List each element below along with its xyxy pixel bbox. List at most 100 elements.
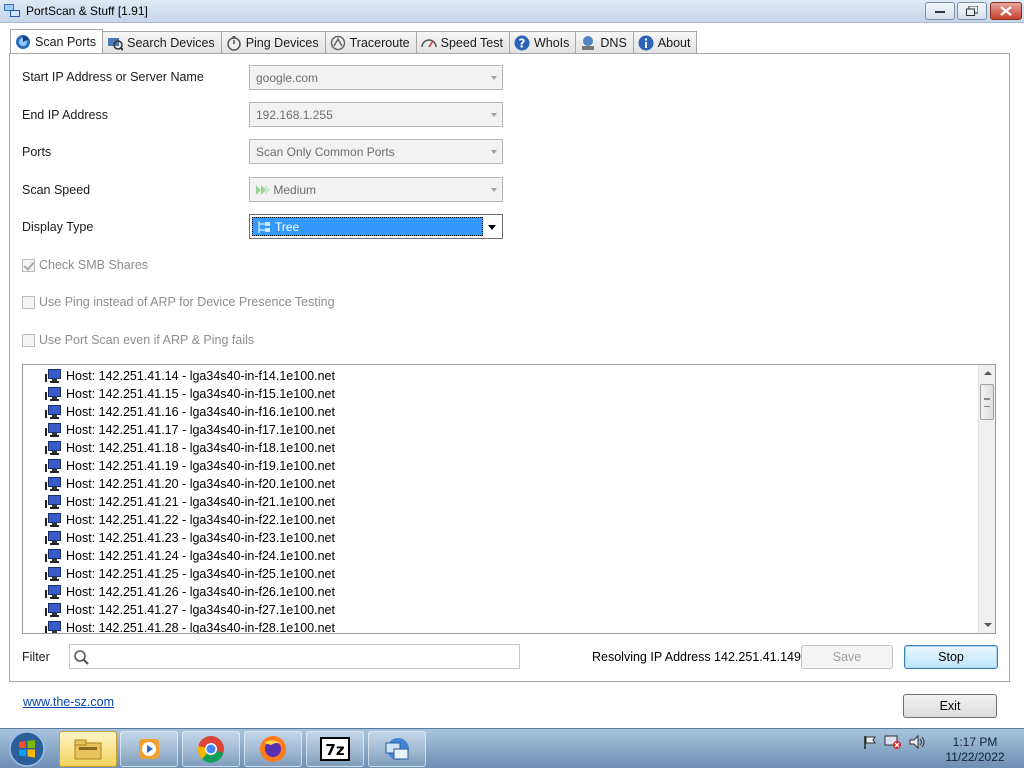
chevron-down-icon [491, 113, 497, 117]
ports-label: Ports [22, 145, 52, 159]
taskbar-portscan[interactable] [368, 731, 426, 767]
host-label: Host: 142.251.41.22 - lga34s40-in-f22.1e… [66, 513, 335, 527]
exit-button[interactable]: Exit [903, 694, 997, 718]
host-computer-icon [45, 621, 61, 633]
svg-text:?: ? [518, 36, 525, 50]
tab-search-devices[interactable]: Search Devices [102, 31, 222, 53]
volume-icon[interactable] [908, 734, 926, 750]
host-row[interactable]: Host: 142.251.41.17 - lga34s40-in-f17.1e… [23, 421, 995, 439]
host-tree[interactable]: Host: 142.251.41.14 - lga34s40-in-f14.1e… [22, 364, 996, 634]
host-row[interactable]: Host: 142.251.41.16 - lga34s40-in-f16.1e… [23, 403, 995, 421]
host-row[interactable]: Host: 142.251.41.14 - lga34s40-in-f14.1e… [23, 367, 995, 385]
host-row[interactable]: Host: 142.251.41.27 - lga34s40-in-f27.1e… [23, 601, 995, 619]
taskbar-7zip[interactable]: 7z [306, 731, 364, 767]
restore-button[interactable] [957, 2, 987, 20]
host-label: Host: 142.251.41.20 - lga34s40-in-f20.1e… [66, 477, 335, 491]
tab-about[interactable]: About [632, 31, 698, 53]
host-row[interactable]: Host: 142.251.41.26 - lga34s40-in-f26.1e… [23, 583, 995, 601]
file-explorer-icon [74, 739, 102, 760]
host-row[interactable]: Host: 142.251.41.24 - lga34s40-in-f24.1e… [23, 547, 995, 565]
system-tray [862, 734, 926, 750]
host-computer-icon [45, 531, 61, 545]
start-ip-combo[interactable]: google.com [249, 65, 503, 90]
tab-label: DNS [600, 35, 627, 50]
end-ip-combo[interactable]: 192.168.1.255 [249, 102, 503, 127]
tab-speed-test[interactable]: Speed Test [415, 31, 510, 53]
taskbar-clock[interactable]: 1:17 PM 11/22/2022 [938, 735, 1012, 765]
check-smb-checkbox[interactable]: Check SMB Shares [22, 258, 148, 272]
host-row[interactable]: Host: 142.251.41.21 - lga34s40-in-f21.1e… [23, 493, 995, 511]
clock-date: 11/22/2022 [945, 750, 1005, 764]
tab-label: Scan Ports [35, 34, 97, 49]
chevron-down-icon [491, 76, 497, 80]
host-row[interactable]: Host: 142.251.41.15 - lga34s40-in-f15.1e… [23, 385, 995, 403]
tab-ping-devices[interactable]: Ping Devices [220, 31, 326, 53]
title-bar[interactable]: PortScan & Stuff [1.91] [0, 0, 1024, 23]
host-row[interactable]: Host: 142.251.41.19 - lga34s40-in-f19.1e… [23, 457, 995, 475]
host-computer-icon [45, 459, 61, 473]
stopwatch-icon [226, 35, 241, 51]
host-computer-icon [45, 405, 61, 419]
filter-label: Filter [22, 650, 50, 664]
vertical-scrollbar[interactable] [978, 365, 995, 633]
scroll-down-arrow-icon[interactable] [984, 623, 992, 627]
7zip-icon: 7z [320, 737, 350, 761]
close-button[interactable] [990, 2, 1022, 20]
end-ip-value: 192.168.1.255 [256, 108, 333, 122]
display-type-combo[interactable]: Tree [249, 214, 503, 239]
website-link[interactable]: www.the-sz.com [23, 695, 114, 709]
window-title: PortScan & Stuff [1.91] [26, 4, 148, 18]
status-text: Resolving IP Address 142.251.41.149... [592, 650, 812, 664]
stop-button[interactable]: Stop [904, 645, 998, 669]
filter-input[interactable] [94, 648, 514, 665]
host-row[interactable]: Host: 142.251.41.28 - lga34s40-in-f28.1e… [23, 619, 995, 633]
taskbar: 7z 1:17 PM 11/22/2022 [0, 728, 1024, 768]
host-label: Host: 142.251.41.23 - lga34s40-in-f23.1e… [66, 531, 335, 545]
host-row[interactable]: Host: 142.251.41.25 - lga34s40-in-f25.1e… [23, 565, 995, 583]
host-computer-icon [45, 441, 61, 455]
scan-speed-combo[interactable]: Medium [249, 177, 503, 202]
taskbar-media-player[interactable] [120, 731, 178, 767]
tab-traceroute[interactable]: Traceroute [324, 31, 417, 53]
taskbar-firefox[interactable] [244, 731, 302, 767]
action-center-flag-icon[interactable] [862, 734, 878, 750]
host-row[interactable]: Host: 142.251.41.20 - lga34s40-in-f20.1e… [23, 475, 995, 493]
start-button[interactable] [2, 730, 52, 768]
tab-label: About [657, 35, 691, 50]
host-label: Host: 142.251.41.26 - lga34s40-in-f26.1e… [66, 585, 335, 599]
host-label: Host: 142.251.41.24 - lga34s40-in-f24.1e… [66, 549, 335, 563]
checkbox-box[interactable] [22, 258, 35, 272]
tree-icon [258, 220, 270, 233]
host-computer-icon [45, 477, 61, 491]
host-row[interactable]: Host: 142.251.41.23 - lga34s40-in-f23.1e… [23, 529, 995, 547]
host-label: Host: 142.251.41.15 - lga34s40-in-f15.1e… [66, 387, 335, 401]
taskbar-file-explorer[interactable] [59, 731, 117, 767]
scroll-up-arrow-icon[interactable] [984, 371, 992, 375]
ports-combo[interactable]: Scan Only Common Ports [249, 139, 503, 164]
host-computer-icon [45, 549, 61, 563]
host-computer-icon [45, 369, 61, 383]
save-button[interactable]: Save [801, 645, 893, 669]
minimize-button[interactable] [925, 2, 955, 20]
use-ping-checkbox[interactable]: Use Ping instead of ARP for Device Prese… [22, 295, 335, 309]
filter-field[interactable] [69, 644, 520, 669]
search-devices-icon [108, 37, 124, 51]
taskbar-chrome[interactable] [182, 731, 240, 767]
tab-dns[interactable]: DNS [575, 31, 634, 53]
checkbox-box[interactable] [22, 295, 35, 309]
host-computer-icon [45, 603, 61, 617]
search-icon [74, 650, 89, 665]
use-portscan-checkbox[interactable]: Use Port Scan even if ARP & Ping fails [22, 333, 254, 347]
end-ip-label: End IP Address [22, 108, 108, 122]
dns-icon [582, 35, 595, 50]
display-type-value: Tree [275, 219, 300, 234]
network-disconnected-icon[interactable] [884, 734, 902, 750]
clock-time: 1:17 PM [952, 735, 998, 749]
scroll-thumb[interactable] [980, 384, 994, 420]
tab-scan-ports[interactable]: Scan Ports [10, 29, 104, 53]
host-row[interactable]: Host: 142.251.41.18 - lga34s40-in-f18.1e… [23, 439, 995, 457]
host-computer-icon [45, 423, 61, 437]
checkbox-box[interactable] [22, 333, 35, 347]
tab-whois[interactable]: ? WhoIs [508, 31, 577, 53]
host-row[interactable]: Host: 142.251.41.22 - lga34s40-in-f22.1e… [23, 511, 995, 529]
